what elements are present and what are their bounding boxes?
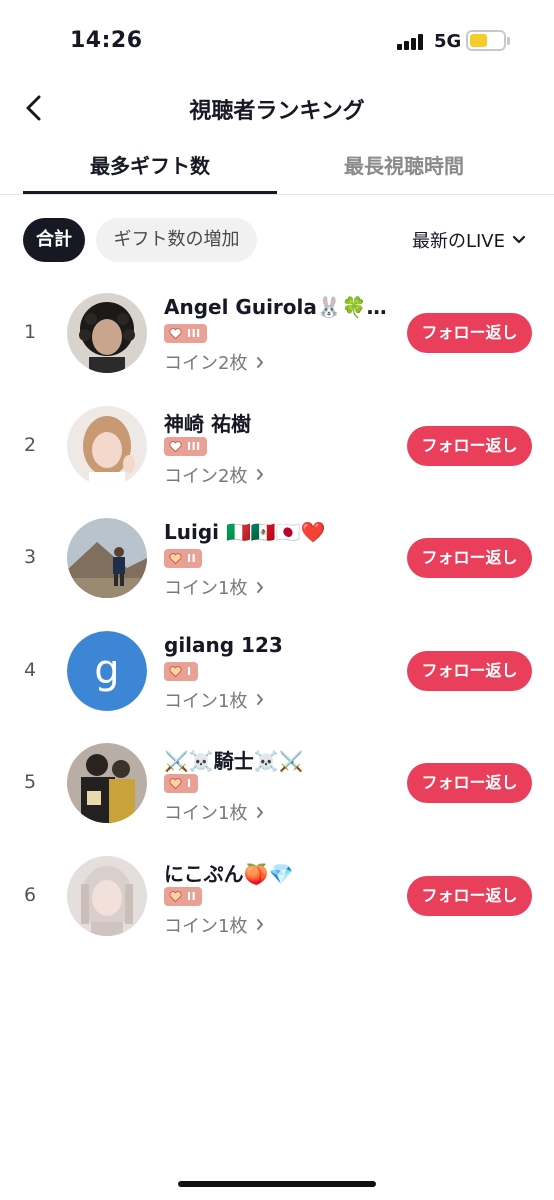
coin-label: コイン2枚	[164, 465, 248, 487]
coin-count[interactable]: コイン1枚	[164, 687, 264, 713]
level-badge: II	[164, 886, 203, 906]
chevron-right-icon	[257, 806, 264, 818]
heart-icon	[169, 665, 182, 678]
tab-longest-watch-time[interactable]: 最長視聴時間	[277, 140, 531, 195]
badge-level: I	[187, 664, 192, 678]
avatar-letter: g	[67, 630, 147, 711]
rank-number: 3	[23, 546, 37, 569]
badge-level: III	[187, 439, 201, 453]
viewer-name: 神崎 祐樹	[164, 411, 251, 436]
status-time: 14:26	[70, 28, 143, 53]
chevron-down-icon	[512, 235, 526, 244]
coin-label: コイン2枚	[164, 353, 248, 374]
follow-back-button[interactable]: フォロー返し	[407, 538, 532, 579]
viewer-name: Luigi 🇮🇹🇲🇽🇯🇵❤️	[164, 520, 326, 545]
battery-tip	[507, 37, 510, 45]
badge-level: II	[187, 889, 197, 903]
chip-gift-increase[interactable]: ギフト数の増加	[96, 218, 257, 262]
coin-label: コイン1枚	[164, 915, 248, 937]
header: 視聴者ランキング	[0, 80, 554, 136]
coin-count[interactable]: コイン1枚	[164, 574, 264, 600]
avatar[interactable]: g	[67, 630, 147, 711]
status-bar: 14:26 5G	[0, 0, 554, 70]
follow-back-button[interactable]: フォロー返し	[407, 425, 532, 466]
avatar[interactable]	[67, 405, 147, 486]
list-item[interactable]: 4 g gilang 123 I コイン1枚 フォロー返し	[0, 614, 554, 727]
chip-total[interactable]: 合計	[23, 218, 85, 262]
list-item[interactable]: 1 Angel Guirola🐰🍀… III コイン2枚 フォロー返し	[0, 276, 554, 389]
chevron-right-icon	[257, 356, 264, 368]
viewer-ranking-list: 1 Angel Guirola🐰🍀… III コイン2枚 フォロー返し 2 神崎…	[0, 276, 554, 952]
rank-number: 4	[23, 658, 37, 681]
viewer-name: ⚔️☠️騎士☠️⚔️	[164, 749, 304, 774]
tab-bar: 最多ギフト数 最長視聴時間	[0, 140, 554, 195]
heart-icon	[169, 328, 182, 340]
filter-row: 合計 ギフト数の増加 最新のLIVE	[0, 218, 554, 264]
rank-number: 2	[23, 433, 37, 456]
level-badge: III	[164, 324, 207, 343]
signal-icon	[397, 34, 425, 50]
follow-back-button[interactable]: フォロー返し	[407, 313, 532, 353]
rank-number: 5	[23, 771, 37, 794]
rank-number: 1	[23, 321, 37, 343]
follow-back-button[interactable]: フォロー返し	[407, 763, 532, 804]
badge-level: II	[187, 552, 197, 566]
viewer-name: gilang 123	[164, 632, 283, 657]
level-badge: II	[164, 549, 203, 569]
list-item[interactable]: 2 神崎 祐樹 III コイン2枚 フォロー返し	[0, 389, 554, 502]
avatar[interactable]	[67, 743, 147, 824]
list-item[interactable]: 5 ⚔️☠️騎士☠️⚔️ I コイン1枚 フォロー返し	[0, 726, 554, 839]
coin-count[interactable]: コイン1枚	[164, 799, 264, 825]
heart-icon	[169, 440, 182, 452]
chevron-right-icon	[257, 919, 264, 931]
home-indicator	[178, 1181, 376, 1187]
heart-icon	[169, 553, 182, 565]
chevron-right-icon	[257, 469, 264, 481]
level-badge: I	[164, 774, 198, 794]
heart-icon	[169, 891, 182, 903]
avatar[interactable]	[67, 293, 147, 373]
heart-icon	[169, 778, 182, 790]
rank-number: 6	[23, 883, 37, 906]
viewer-name: Angel Guirola🐰🍀…	[164, 295, 387, 319]
page-title: 視聴者ランキング	[189, 99, 365, 124]
badge-level: III	[187, 327, 201, 340]
coin-label: コイン1枚	[164, 578, 248, 600]
level-badge: I	[164, 661, 198, 681]
coin-label: コイン1枚	[164, 690, 248, 712]
coin-label: コイン1枚	[164, 803, 248, 825]
avatar[interactable]	[67, 518, 147, 599]
coin-count[interactable]: コイン2枚	[164, 462, 264, 488]
list-item[interactable]: 6 にこぷん🍑💎 II コイン1枚 フォロー返し	[0, 839, 554, 952]
coin-count[interactable]: コイン2枚	[164, 349, 264, 375]
avatar[interactable]	[67, 855, 147, 936]
follow-back-button[interactable]: フォロー返し	[407, 650, 532, 691]
coin-count[interactable]: コイン1枚	[164, 912, 264, 938]
tab-underline	[23, 191, 277, 194]
chevron-right-icon	[257, 581, 264, 593]
battery-icon	[466, 30, 506, 51]
live-select-label: 最新のLIVE	[411, 231, 505, 252]
live-select-dropdown[interactable]: 最新のLIVE	[412, 218, 526, 262]
viewer-name: にこぷん🍑💎	[164, 861, 294, 886]
chevron-right-icon	[257, 694, 264, 706]
network-label: 5G	[434, 31, 462, 52]
badge-level: I	[187, 777, 192, 791]
tab-most-gifts[interactable]: 最多ギフト数	[23, 140, 277, 195]
list-item[interactable]: 3 Luigi 🇮🇹🇲🇽🇯🇵❤️ II コイン1枚 フォロー返し	[0, 501, 554, 614]
follow-back-button[interactable]: フォロー返し	[407, 875, 532, 916]
level-badge: III	[164, 436, 207, 456]
